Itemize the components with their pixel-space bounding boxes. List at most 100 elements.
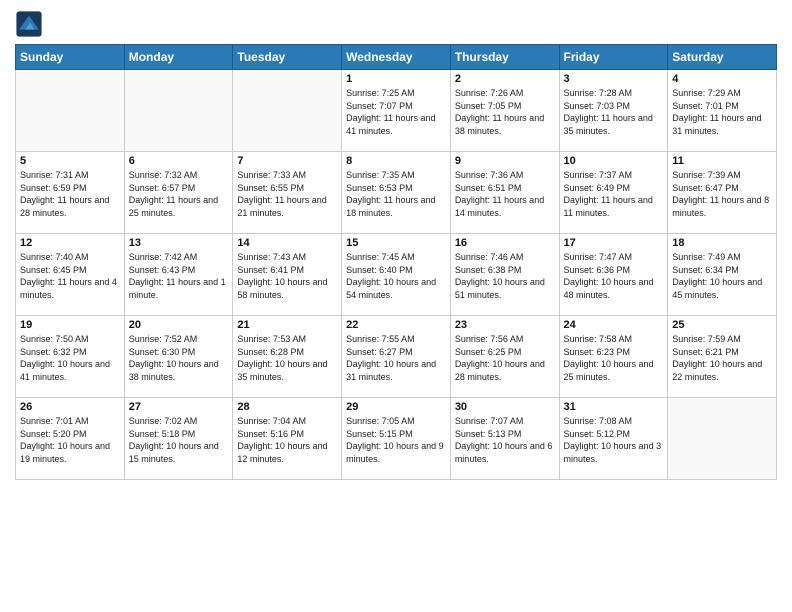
weekday-header-sunday: Sunday — [16, 45, 125, 70]
day-number: 26 — [20, 401, 120, 413]
day-info: Sunrise: 7:47 AM Sunset: 6:36 PM Dayligh… — [564, 251, 664, 301]
day-info: Sunrise: 7:45 AM Sunset: 6:40 PM Dayligh… — [346, 251, 446, 301]
day-info: Sunrise: 7:58 AM Sunset: 6:23 PM Dayligh… — [564, 333, 664, 383]
weekday-header-saturday: Saturday — [668, 45, 777, 70]
day-info: Sunrise: 7:42 AM Sunset: 6:43 PM Dayligh… — [129, 251, 229, 301]
day-cell: 18Sunrise: 7:49 AM Sunset: 6:34 PM Dayli… — [668, 234, 777, 316]
day-cell: 5Sunrise: 7:31 AM Sunset: 6:59 PM Daylig… — [16, 152, 125, 234]
week-row-4: 19 Sunrise: 7:50 AM Sunset: 6:32 PM Dayli… — [16, 316, 777, 398]
day-cell: 23Sunrise: 7:56 AM Sunset: 6:25 PM Dayli… — [450, 316, 559, 398]
day-number: 19 — [20, 319, 120, 331]
week-row-2: 5Sunrise: 7:31 AM Sunset: 6:59 PM Daylig… — [16, 152, 777, 234]
day-info: Sunrise: 7:29 AM Sunset: 7:01 PM Dayligh… — [672, 87, 772, 137]
weekday-header-friday: Friday — [559, 45, 668, 70]
day-info: Sunrise: 7:08 AM Sunset: 5:12 PM Dayligh… — [564, 415, 664, 465]
day-info: Sunrise: 7:43 AM Sunset: 6:41 PM Dayligh… — [237, 251, 337, 301]
day-cell: 3Sunrise: 7:28 AM Sunset: 7:03 PM Daylig… — [559, 70, 668, 152]
day-cell: 27 Sunrise: 7:02 AM Sunset: 5:18 PM Dayli… — [124, 398, 233, 480]
day-number: 13 — [129, 237, 229, 249]
day-cell: 19 Sunrise: 7:50 AM Sunset: 6:32 PM Dayli… — [16, 316, 125, 398]
day-number: 11 — [672, 155, 772, 167]
day-cell: 12 Sunrise: 7:40 AM Sunset: 6:45 PM Dayli… — [16, 234, 125, 316]
day-number: 2 — [455, 73, 555, 85]
day-cell: 24 Sunrise: 7:58 AM Sunset: 6:23 PM Dayli… — [559, 316, 668, 398]
day-number: 1 — [346, 73, 446, 85]
weekday-header-monday: Monday — [124, 45, 233, 70]
day-info: Sunrise: 7:04 AM Sunset: 5:16 PM Dayligh… — [237, 415, 337, 465]
day-info: Sunrise: 7:46 AM Sunset: 6:38 PM Dayligh… — [455, 251, 555, 301]
day-info: Sunrise: 7:02 AM Sunset: 5:18 PM Dayligh… — [129, 415, 229, 465]
day-info: Sunrise: 7:50 AM Sunset: 6:32 PM Dayligh… — [20, 333, 120, 383]
logo — [15, 10, 47, 38]
day-cell: 9 Sunrise: 7:36 AM Sunset: 6:51 PM Daylig… — [450, 152, 559, 234]
day-cell: 15 Sunrise: 7:45 AM Sunset: 6:40 PM Dayli… — [342, 234, 451, 316]
day-number: 27 — [129, 401, 229, 413]
week-row-3: 12 Sunrise: 7:40 AM Sunset: 6:45 PM Dayli… — [16, 234, 777, 316]
day-number: 21 — [237, 319, 337, 331]
day-number: 20 — [129, 319, 229, 331]
day-cell: 2 Sunrise: 7:26 AM Sunset: 7:05 PM Daylig… — [450, 70, 559, 152]
day-info: Sunrise: 7:55 AM Sunset: 6:27 PM Dayligh… — [346, 333, 446, 383]
day-cell: 1 Sunrise: 7:25 AM Sunset: 7:07 PM Daylig… — [342, 70, 451, 152]
day-info: Sunrise: 7:33 AM Sunset: 6:55 PM Dayligh… — [237, 169, 337, 219]
day-info: Sunrise: 7:35 AM Sunset: 6:53 PM Dayligh… — [346, 169, 446, 219]
day-cell: 8Sunrise: 7:35 AM Sunset: 6:53 PM Daylig… — [342, 152, 451, 234]
day-number: 30 — [455, 401, 555, 413]
day-number: 10 — [564, 155, 664, 167]
day-number: 7 — [237, 155, 337, 167]
weekday-header-tuesday: Tuesday — [233, 45, 342, 70]
day-info: Sunrise: 7:36 AM Sunset: 6:51 PM Dayligh… — [455, 169, 555, 219]
day-number: 9 — [455, 155, 555, 167]
weekday-header-thursday: Thursday — [450, 45, 559, 70]
day-cell: 4 Sunrise: 7:29 AM Sunset: 7:01 PM Daylig… — [668, 70, 777, 152]
day-number: 24 — [564, 319, 664, 331]
day-cell: 14Sunrise: 7:43 AM Sunset: 6:41 PM Dayli… — [233, 234, 342, 316]
day-info: Sunrise: 7:05 AM Sunset: 5:15 PM Dayligh… — [346, 415, 446, 465]
day-cell: 30 Sunrise: 7:07 AM Sunset: 5:13 PM Dayli… — [450, 398, 559, 480]
day-cell: 29 Sunrise: 7:05 AM Sunset: 5:15 PM Dayli… — [342, 398, 451, 480]
day-number: 31 — [564, 401, 664, 413]
day-number: 28 — [237, 401, 337, 413]
day-info: Sunrise: 7:25 AM Sunset: 7:07 PM Dayligh… — [346, 87, 446, 137]
day-number: 22 — [346, 319, 446, 331]
day-cell: 13 Sunrise: 7:42 AM Sunset: 6:43 PM Dayli… — [124, 234, 233, 316]
day-cell: 31 Sunrise: 7:08 AM Sunset: 5:12 PM Dayli… — [559, 398, 668, 480]
logo-icon — [15, 10, 43, 38]
week-row-5: 26Sunrise: 7:01 AM Sunset: 5:20 PM Dayli… — [16, 398, 777, 480]
day-cell: 28 Sunrise: 7:04 AM Sunset: 5:16 PM Dayli… — [233, 398, 342, 480]
day-cell: 10 Sunrise: 7:37 AM Sunset: 6:49 PM Dayli… — [559, 152, 668, 234]
day-info: Sunrise: 7:56 AM Sunset: 6:25 PM Dayligh… — [455, 333, 555, 383]
day-info: Sunrise: 7:52 AM Sunset: 6:30 PM Dayligh… — [129, 333, 229, 383]
day-info: Sunrise: 7:53 AM Sunset: 6:28 PM Dayligh… — [237, 333, 337, 383]
day-number: 16 — [455, 237, 555, 249]
day-number: 6 — [129, 155, 229, 167]
day-number: 25 — [672, 319, 772, 331]
page-container: SundayMondayTuesdayWednesdayThursdayFrid… — [0, 0, 792, 490]
day-cell — [124, 70, 233, 152]
day-number: 3 — [564, 73, 664, 85]
day-cell — [233, 70, 342, 152]
day-cell: 6Sunrise: 7:32 AM Sunset: 6:57 PM Daylig… — [124, 152, 233, 234]
day-info: Sunrise: 7:26 AM Sunset: 7:05 PM Dayligh… — [455, 87, 555, 137]
day-number: 4 — [672, 73, 772, 85]
day-cell — [16, 70, 125, 152]
day-number: 15 — [346, 237, 446, 249]
day-info: Sunrise: 7:49 AM Sunset: 6:34 PM Dayligh… — [672, 251, 772, 301]
day-info: Sunrise: 7:07 AM Sunset: 5:13 PM Dayligh… — [455, 415, 555, 465]
week-row-1: 1 Sunrise: 7:25 AM Sunset: 7:07 PM Daylig… — [16, 70, 777, 152]
day-info: Sunrise: 7:59 AM Sunset: 6:21 PM Dayligh… — [672, 333, 772, 383]
day-info: Sunrise: 7:37 AM Sunset: 6:49 PM Dayligh… — [564, 169, 664, 219]
day-cell: 17 Sunrise: 7:47 AM Sunset: 6:36 PM Dayli… — [559, 234, 668, 316]
day-cell: 25 Sunrise: 7:59 AM Sunset: 6:21 PM Dayli… — [668, 316, 777, 398]
day-cell: 11Sunrise: 7:39 AM Sunset: 6:47 PM Dayli… — [668, 152, 777, 234]
day-info: Sunrise: 7:40 AM Sunset: 6:45 PM Dayligh… — [20, 251, 120, 301]
header — [15, 10, 777, 38]
day-cell: 16 Sunrise: 7:46 AM Sunset: 6:38 PM Dayli… — [450, 234, 559, 316]
day-number: 29 — [346, 401, 446, 413]
day-cell — [668, 398, 777, 480]
day-number: 17 — [564, 237, 664, 249]
day-cell: 26Sunrise: 7:01 AM Sunset: 5:20 PM Dayli… — [16, 398, 125, 480]
day-number: 12 — [20, 237, 120, 249]
day-cell: 22 Sunrise: 7:55 AM Sunset: 6:27 PM Dayli… — [342, 316, 451, 398]
day-info: Sunrise: 7:31 AM Sunset: 6:59 PM Dayligh… — [20, 169, 120, 219]
